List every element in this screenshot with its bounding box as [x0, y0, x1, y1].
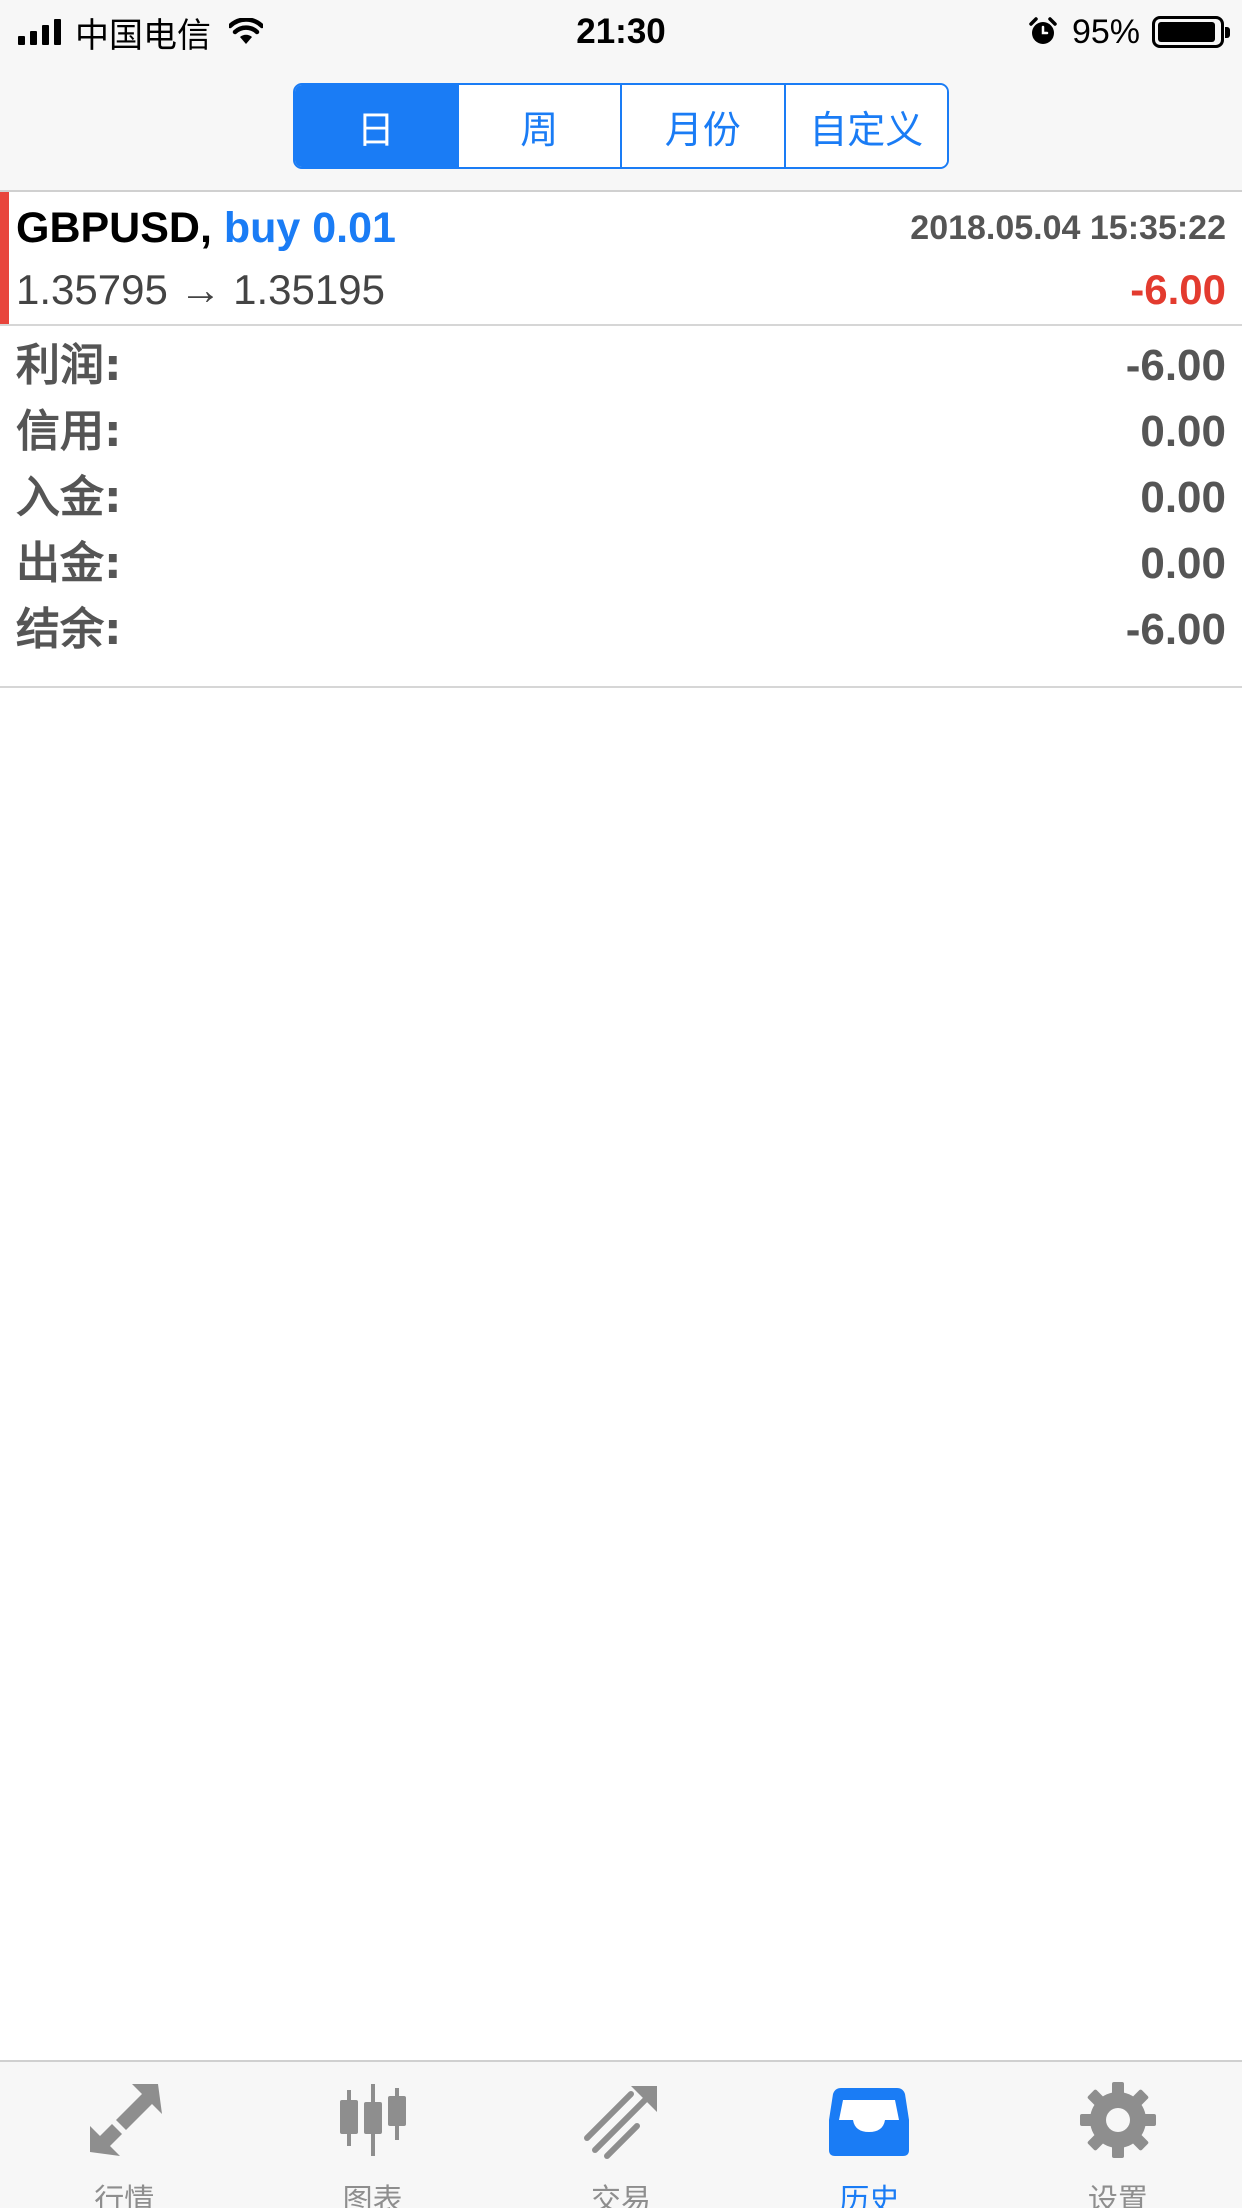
segment-month[interactable]: 月份: [620, 85, 784, 167]
summary-value: 0.00: [1140, 407, 1226, 456]
trade-title: GBPUSD, buy 0.01: [16, 200, 396, 256]
trade-history-row[interactable]: GBPUSD, buy 0.01 2018.05.04 15:35:22 1.3…: [0, 192, 1242, 326]
summary-label: 入金:: [16, 472, 122, 523]
candlestick-chart-icon: [331, 2080, 415, 2160]
alarm-icon: [1029, 17, 1057, 44]
tab-bar: 行情 图表 交易 历史 设置: [0, 2060, 1242, 2208]
period-segmented-control: 日 周 月份 自定义: [293, 83, 949, 169]
summary-row-deposit: 入金: 0.00: [0, 465, 1242, 531]
tab-label: 历史: [839, 2183, 900, 2208]
trade-profit: -6.00: [1130, 266, 1226, 313]
summary-label: 结余:: [16, 604, 122, 655]
summary-label: 信用:: [16, 406, 122, 457]
tab-quotes[interactable]: 行情: [0, 2062, 248, 2208]
battery-percentage: 95%: [1071, 12, 1140, 51]
tab-label: 交易: [591, 2183, 652, 2208]
history-inbox-icon: [827, 2080, 911, 2160]
segment-custom[interactable]: 自定义: [783, 85, 947, 167]
tab-label: 设置: [1087, 2183, 1148, 2208]
tab-trade[interactable]: 交易: [497, 2062, 745, 2208]
status-bar: 中国电信 21:30 95%: [0, 0, 1242, 62]
summary-value: -6.00: [1125, 605, 1226, 654]
tab-label: 行情: [94, 2183, 155, 2208]
trade-datetime: 2018.05.04 15:35:22: [910, 209, 1226, 247]
tab-settings[interactable]: 设置: [994, 2062, 1242, 2208]
loss-marker: [0, 192, 9, 324]
summary-label: 利润:: [16, 340, 122, 391]
summary-row-withdrawal: 出金: 0.00: [0, 531, 1242, 597]
trade-prices: 1.35795 → 1.35195: [16, 266, 385, 313]
tab-history[interactable]: 历史: [745, 2062, 993, 2208]
trade-lines-icon: [579, 2080, 663, 2160]
summary-row-profit: 利润: -6.00: [0, 333, 1242, 399]
quotes-arrows-icon: [82, 2080, 166, 2160]
summary-value: -6.00: [1125, 341, 1226, 390]
battery-icon: [1152, 16, 1230, 48]
tab-charts[interactable]: 图表: [248, 2062, 496, 2208]
gear-icon: [1076, 2080, 1160, 2160]
segment-week[interactable]: 周: [456, 85, 620, 167]
tab-label: 图表: [342, 2183, 403, 2208]
summary-row-credit: 信用: 0.00: [0, 399, 1242, 465]
history-summary: 利润: -6.00 信用: 0.00 入金: 0.00 出金: 0.00 结余:…: [0, 326, 1242, 688]
summary-row-balance: 结余: -6.00: [0, 597, 1242, 663]
status-right: 95%: [1028, 10, 1230, 54]
summary-value: 0.00: [1140, 473, 1226, 522]
segment-day[interactable]: 日: [295, 85, 457, 167]
trade-symbol: GBPUSD,: [16, 204, 212, 252]
summary-value: 0.00: [1140, 539, 1226, 588]
period-header: 日 周 月份 自定义: [0, 62, 1242, 192]
trade-side-volume: buy 0.01: [223, 204, 396, 252]
summary-label: 出金:: [16, 538, 122, 589]
